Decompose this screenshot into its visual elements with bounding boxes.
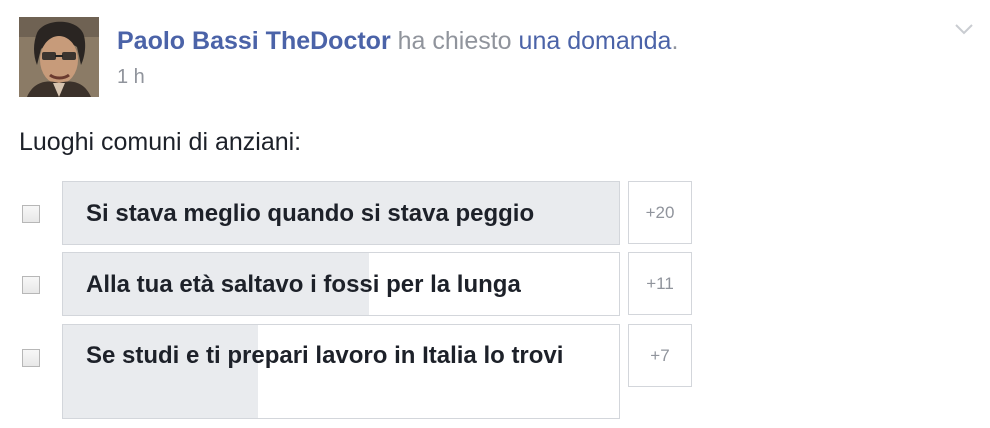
feed-story: Paolo Bassi TheDoctor ha chiesto una dom… <box>0 0 990 428</box>
poll-vote-count[interactable]: +11 <box>628 252 692 315</box>
poll-option-label: Se studi e ti prepari lavoro in Italia l… <box>86 342 564 369</box>
poll-checkbox[interactable] <box>22 205 40 223</box>
chevron-down-icon[interactable] <box>953 21 975 37</box>
poll-option: Se studi e ti prepari lavoro in Italia l… <box>19 324 694 419</box>
poll-checkbox[interactable] <box>22 349 40 367</box>
poll-option-box[interactable]: Alla tua età saltavo i fossi per la lung… <box>62 252 620 316</box>
avatar[interactable] <box>19 17 99 97</box>
author-link[interactable]: Paolo Bassi TheDoctor <box>117 27 391 55</box>
poll-option-label: Si stava meglio quando si stava peggio <box>86 200 535 227</box>
poll-vote-count[interactable]: +20 <box>628 181 692 244</box>
poll-option: Si stava meglio quando si stava peggio +… <box>19 181 694 245</box>
poll-option-label: Alla tua età saltavo i fossi per la lung… <box>86 271 521 298</box>
header-punctuation: . <box>671 27 679 55</box>
story-action-text: ha chiesto <box>397 27 512 55</box>
poll-vote-count[interactable]: +7 <box>628 324 692 387</box>
profile-photo <box>19 17 99 97</box>
poll-option: Alla tua età saltavo i fossi per la lung… <box>19 252 694 316</box>
poll-option-box[interactable]: Si stava meglio quando si stava peggio <box>62 181 620 245</box>
poll-option-box[interactable]: Se studi e ti prepari lavoro in Italia l… <box>62 324 620 419</box>
poll-question: Luoghi comuni di anziani: <box>19 128 302 156</box>
story-header: Paolo Bassi TheDoctor ha chiesto una dom… <box>117 25 678 57</box>
question-link[interactable]: una domanda <box>519 27 672 55</box>
poll-checkbox[interactable] <box>22 276 40 294</box>
timestamp[interactable]: 1 h <box>117 66 145 89</box>
